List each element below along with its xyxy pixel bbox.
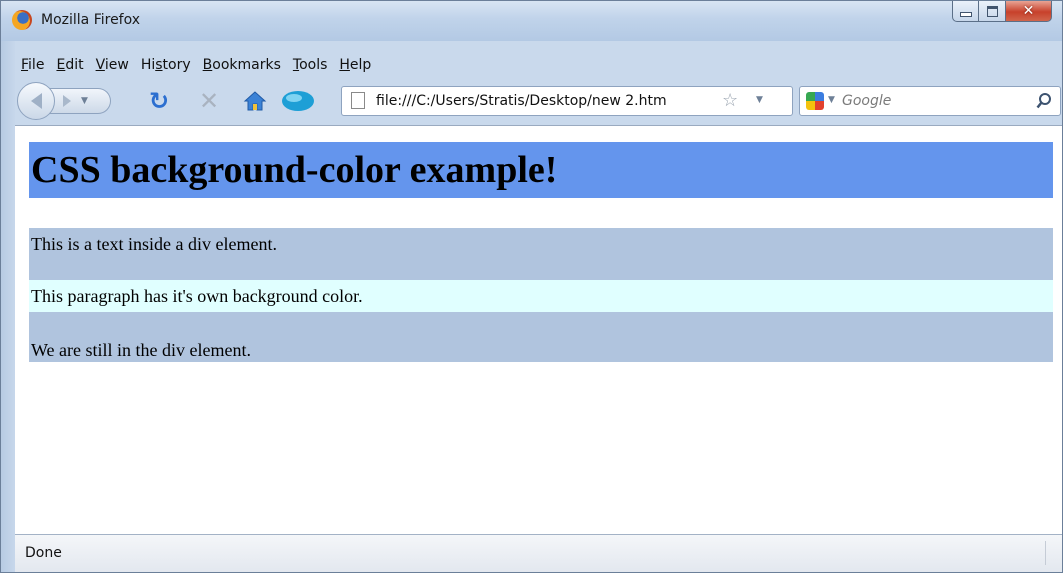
paragraph: This paragraph has it's own background c… xyxy=(29,280,1053,312)
stop-icon: ✕ xyxy=(198,87,220,115)
resize-grip-icon[interactable] xyxy=(1045,541,1060,565)
minimize-button[interactable] xyxy=(952,1,979,22)
address-bar[interactable]: file:///C:/Users/Stratis/Desktop/new 2.h… xyxy=(341,86,793,116)
addon-icon xyxy=(282,91,314,111)
close-button[interactable]: ✕ xyxy=(1006,1,1052,22)
maximize-icon xyxy=(986,5,998,17)
window-frame-left xyxy=(1,41,15,572)
menu-bookmarks-label: ookmarks xyxy=(212,57,281,73)
menu-edit-accel: E xyxy=(56,57,66,73)
firefox-logo-icon xyxy=(12,10,32,30)
back-button[interactable] xyxy=(17,82,55,120)
menu-edit[interactable]: Edit xyxy=(50,57,89,77)
browser-window: Mozilla Firefox ✕ File Edit View History… xyxy=(0,0,1063,573)
menu-history-accel: s xyxy=(155,57,163,73)
close-icon: ✕ xyxy=(1022,3,1035,19)
menu-bar: File Edit View History Bookmarks Tools H… xyxy=(15,57,377,77)
menu-history[interactable]: History xyxy=(135,57,197,77)
maximize-button[interactable] xyxy=(979,1,1006,22)
forward-icon xyxy=(63,95,71,107)
menu-tools[interactable]: Tools xyxy=(287,57,334,77)
stop-button[interactable]: ✕ xyxy=(197,87,221,115)
div-text-2: We are still in the div element. xyxy=(31,340,251,360)
reload-icon: ↻ xyxy=(148,87,170,115)
minimize-icon xyxy=(959,12,972,17)
url-dropdown-icon[interactable]: ▼ xyxy=(756,95,763,105)
menu-tools-label: ools xyxy=(299,57,328,73)
menu-view-label: iew xyxy=(104,57,129,73)
menu-file[interactable]: File xyxy=(15,57,50,77)
page-heading: CSS background-color example! xyxy=(29,142,1053,198)
history-dropdown-icon[interactable]: ▼ xyxy=(81,96,88,106)
window-title: Mozilla Firefox xyxy=(41,12,141,28)
search-icon[interactable] xyxy=(1036,92,1052,110)
search-engine-dropdown-icon[interactable]: ▼ xyxy=(828,95,835,105)
back-icon xyxy=(30,93,42,109)
window-controls: ✕ xyxy=(952,1,1052,23)
navigation-toolbar: ▼ ↻ ✕ file:///C:/Users/Stratis/Desktop/n… xyxy=(15,81,1062,121)
menu-view[interactable]: View xyxy=(90,57,135,77)
menu-help-label: elp xyxy=(349,57,372,73)
div-element: This is a text inside a div element. Thi… xyxy=(29,228,1053,362)
reload-button[interactable]: ↻ xyxy=(147,87,171,115)
menu-file-accel: F xyxy=(21,57,29,73)
title-bar: Mozilla Firefox ✕ xyxy=(1,1,1062,41)
menu-bookmarks[interactable]: Bookmarks xyxy=(197,57,287,77)
url-text[interactable]: file:///C:/Users/Stratis/Desktop/new 2.h… xyxy=(376,93,667,109)
page-icon xyxy=(351,92,365,109)
menu-help[interactable]: Help xyxy=(333,57,377,77)
status-bar: Done xyxy=(15,534,1062,572)
search-input[interactable]: Google xyxy=(842,93,891,109)
menu-file-label: ile xyxy=(28,57,45,73)
bookmark-star-icon[interactable]: ☆ xyxy=(722,90,738,111)
home-button[interactable] xyxy=(241,87,269,115)
google-icon[interactable] xyxy=(806,92,824,110)
menu-history-label: tory xyxy=(162,57,191,73)
home-icon xyxy=(243,91,267,111)
menu-view-accel: V xyxy=(95,57,105,73)
back-forward-group: ▼ xyxy=(17,82,129,120)
div-text-1: This is a text inside a div element. xyxy=(31,234,277,254)
menu-history-pre: Hi xyxy=(140,57,156,73)
page-content: CSS background-color example! This is a … xyxy=(15,125,1062,534)
menu-bookmarks-accel: B xyxy=(202,57,213,73)
status-text: Done xyxy=(25,545,62,561)
menu-help-accel: H xyxy=(339,57,350,73)
forward-button[interactable]: ▼ xyxy=(47,88,111,114)
addon-button[interactable] xyxy=(279,87,317,115)
search-bar[interactable]: ▼ Google xyxy=(799,86,1061,116)
menu-edit-label: dit xyxy=(65,57,84,73)
